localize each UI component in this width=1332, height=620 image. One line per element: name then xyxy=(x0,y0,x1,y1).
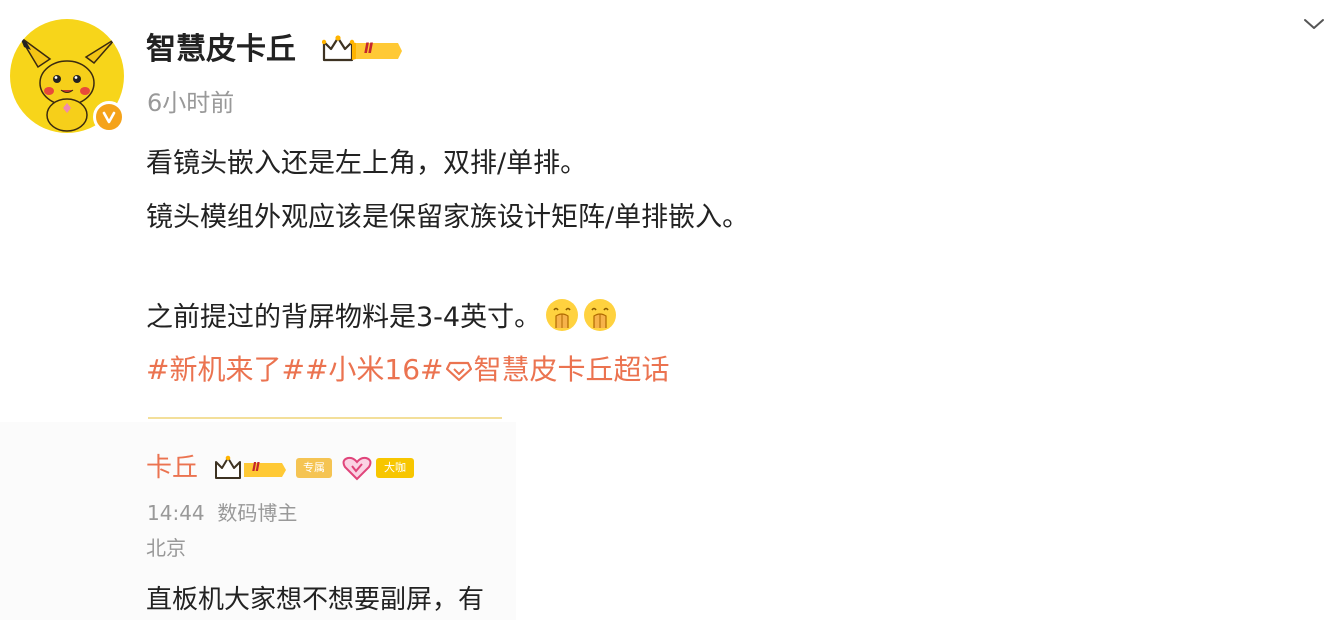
quoted-badge-bigshot: 大咖 xyxy=(376,458,414,478)
pink-heart-badge-icon xyxy=(342,455,372,485)
post-time[interactable]: 6小时前 xyxy=(147,87,234,119)
post-line-1: 看镜头嵌入还是左上角，双排/单排。 xyxy=(146,148,588,179)
post-line-3: 之前提过的背屏物料是3-4英寸。 xyxy=(146,298,617,336)
quoted-vip-badge: Ⅱ xyxy=(214,454,288,488)
chevron-down-icon[interactable] xyxy=(1302,14,1326,38)
quoted-vip-level-text: Ⅱ xyxy=(252,460,260,474)
author-name[interactable]: 智慧皮卡丘 xyxy=(146,30,296,70)
rubbing-palms-emoji-icon xyxy=(545,298,579,332)
verified-badge-icon xyxy=(93,101,125,133)
quoted-author-name: 卡丘 xyxy=(146,453,199,483)
crown-icon xyxy=(321,35,402,62)
divider xyxy=(148,417,502,419)
supertopic-diamond-icon xyxy=(445,354,472,392)
quoted-time: 14:44 数码博主 xyxy=(147,499,297,527)
supertopic-link[interactable]: 智慧皮卡丘超话 xyxy=(474,353,670,386)
vip-level-text: Ⅱ xyxy=(364,41,374,57)
hashtag-link-xiaomi16[interactable]: #小米16# xyxy=(305,353,444,386)
quoted-badge-exclusive: 专属 xyxy=(296,458,332,478)
vip-level-badge[interactable]: Ⅱ xyxy=(321,33,404,71)
hashtag-link-new-phone[interactable]: #新机来了# xyxy=(146,353,305,386)
crown-icon xyxy=(215,455,286,479)
quoted-post-text: 直板机大家想不想要副屏，有 xyxy=(146,585,485,615)
rubbing-palms-emoji-icon xyxy=(583,298,617,332)
quoted-time-value: 14:44 xyxy=(147,501,205,525)
post-line-2: 镜头模组外观应该是保留家族设计矩阵/单排嵌入。 xyxy=(146,202,750,233)
quoted-role: 数码博主 xyxy=(217,501,298,525)
hashtags: #新机来了##小米16# 智慧皮卡丘超话 xyxy=(146,351,670,392)
post-line-3-text: 之前提过的背屏物料是3-4英寸。 xyxy=(146,302,542,333)
quoted-location: 北京 xyxy=(146,536,186,560)
